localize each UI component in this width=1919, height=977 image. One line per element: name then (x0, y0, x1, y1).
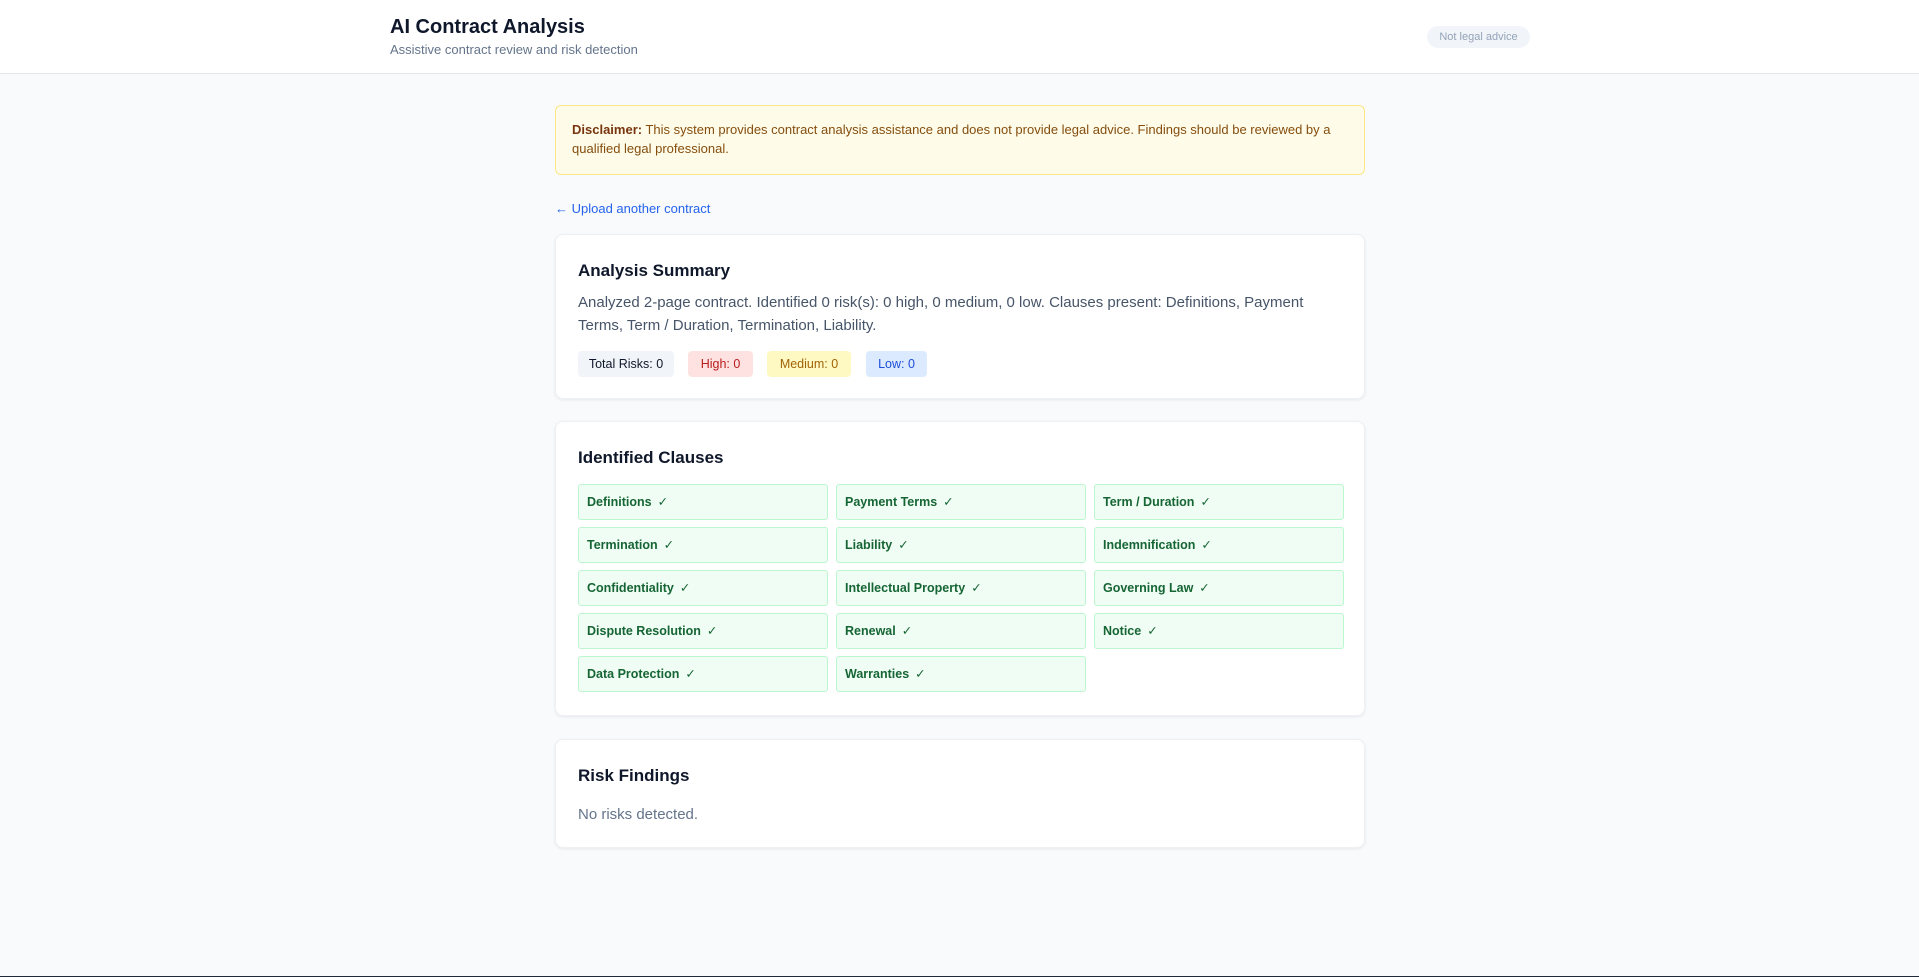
clause-label: Termination (587, 538, 658, 552)
clause-item: Payment Terms ✓ (836, 484, 1086, 520)
clause-item: Notice ✓ (1094, 613, 1344, 649)
check-icon: ✓ (898, 538, 909, 552)
clause-label: Definitions (587, 495, 652, 509)
check-icon: ✓ (1201, 538, 1212, 552)
clause-item: Confidentiality ✓ (578, 570, 828, 606)
clause-label: Liability (845, 538, 893, 552)
medium-risks-badge: Medium: 0 (767, 351, 851, 377)
upload-another-link[interactable]: ← Upload another contract (555, 201, 710, 216)
clause-item: Intellectual Property ✓ (836, 570, 1086, 606)
clause-item: Renewal ✓ (836, 613, 1086, 649)
legal-advice-badge: Not legal advice (1427, 26, 1530, 48)
app-subtitle: Assistive contract review and risk detec… (390, 42, 638, 57)
clause-label: Confidentiality (587, 581, 674, 595)
clause-label: Data Protection (587, 667, 680, 681)
check-icon: ✓ (971, 581, 982, 595)
risks-title: Risk Findings (578, 766, 690, 785)
identified-clauses-card: Identified Clauses Definitions ✓ Payment … (555, 421, 1365, 716)
disclaimer-label: Disclaimer: (572, 122, 643, 137)
clause-item: Liability ✓ (836, 527, 1086, 563)
high-risks-badge: High: 0 (688, 351, 753, 377)
check-icon: ✓ (943, 495, 954, 509)
clause-label: Intellectual Property (845, 581, 966, 595)
disclaimer-text: This system provides contract analysis a… (572, 122, 1331, 156)
clause-label: Renewal (845, 624, 896, 638)
no-risks-message: No risks detected. (578, 806, 699, 823)
clause-item: Definitions ✓ (578, 484, 828, 520)
total-risks-badge: Total Risks: 0 (578, 351, 674, 377)
check-icon: ✓ (901, 624, 913, 638)
clauses-title: Identified Clauses (578, 448, 724, 467)
clause-label: Governing Law (1103, 581, 1194, 595)
clause-item: Dispute Resolution ✓ (578, 613, 828, 649)
check-icon: ✓ (1200, 495, 1211, 509)
summary-title: Analysis Summary (578, 261, 731, 280)
clause-label: Payment Terms (845, 495, 938, 509)
clause-item: Data Protection ✓ (578, 656, 828, 692)
clause-item: Warranties ✓ (836, 656, 1086, 692)
check-icon: ✓ (1199, 581, 1210, 595)
check-icon: ✓ (1147, 624, 1158, 638)
summary-text: Analyzed 2-page contract. Identified 0 r… (578, 294, 1304, 334)
clause-label: Indemnification (1103, 538, 1196, 552)
check-icon: ✓ (706, 624, 718, 638)
risk-findings-card: Risk Findings No risks detected. (555, 739, 1365, 848)
app-header: AI Contract Analysis Assistive contract … (0, 0, 1919, 74)
check-icon: ✓ (685, 667, 696, 681)
disclaimer-banner: Disclaimer: This system provides contrac… (555, 105, 1365, 175)
app-title: AI Contract Analysis (390, 16, 585, 38)
clause-label: Warranties (845, 667, 910, 681)
clause-label: Term / Duration (1103, 495, 1195, 509)
clause-label: Dispute Resolution (587, 624, 701, 638)
clause-item: Indemnification ✓ (1094, 527, 1344, 563)
check-icon: ✓ (657, 495, 669, 509)
analysis-summary-card: Analysis Summary Analyzed 2-page contrac… (555, 234, 1365, 399)
check-icon: ✓ (663, 538, 675, 552)
low-risks-badge: Low: 0 (866, 351, 927, 377)
clause-item: Term / Duration ✓ (1094, 484, 1344, 520)
clause-label: Notice (1103, 624, 1142, 638)
check-icon: ✓ (679, 581, 691, 595)
clause-item: Termination ✓ (578, 527, 828, 563)
check-icon: ✓ (915, 667, 926, 681)
clause-item: Governing Law ✓ (1094, 570, 1344, 606)
